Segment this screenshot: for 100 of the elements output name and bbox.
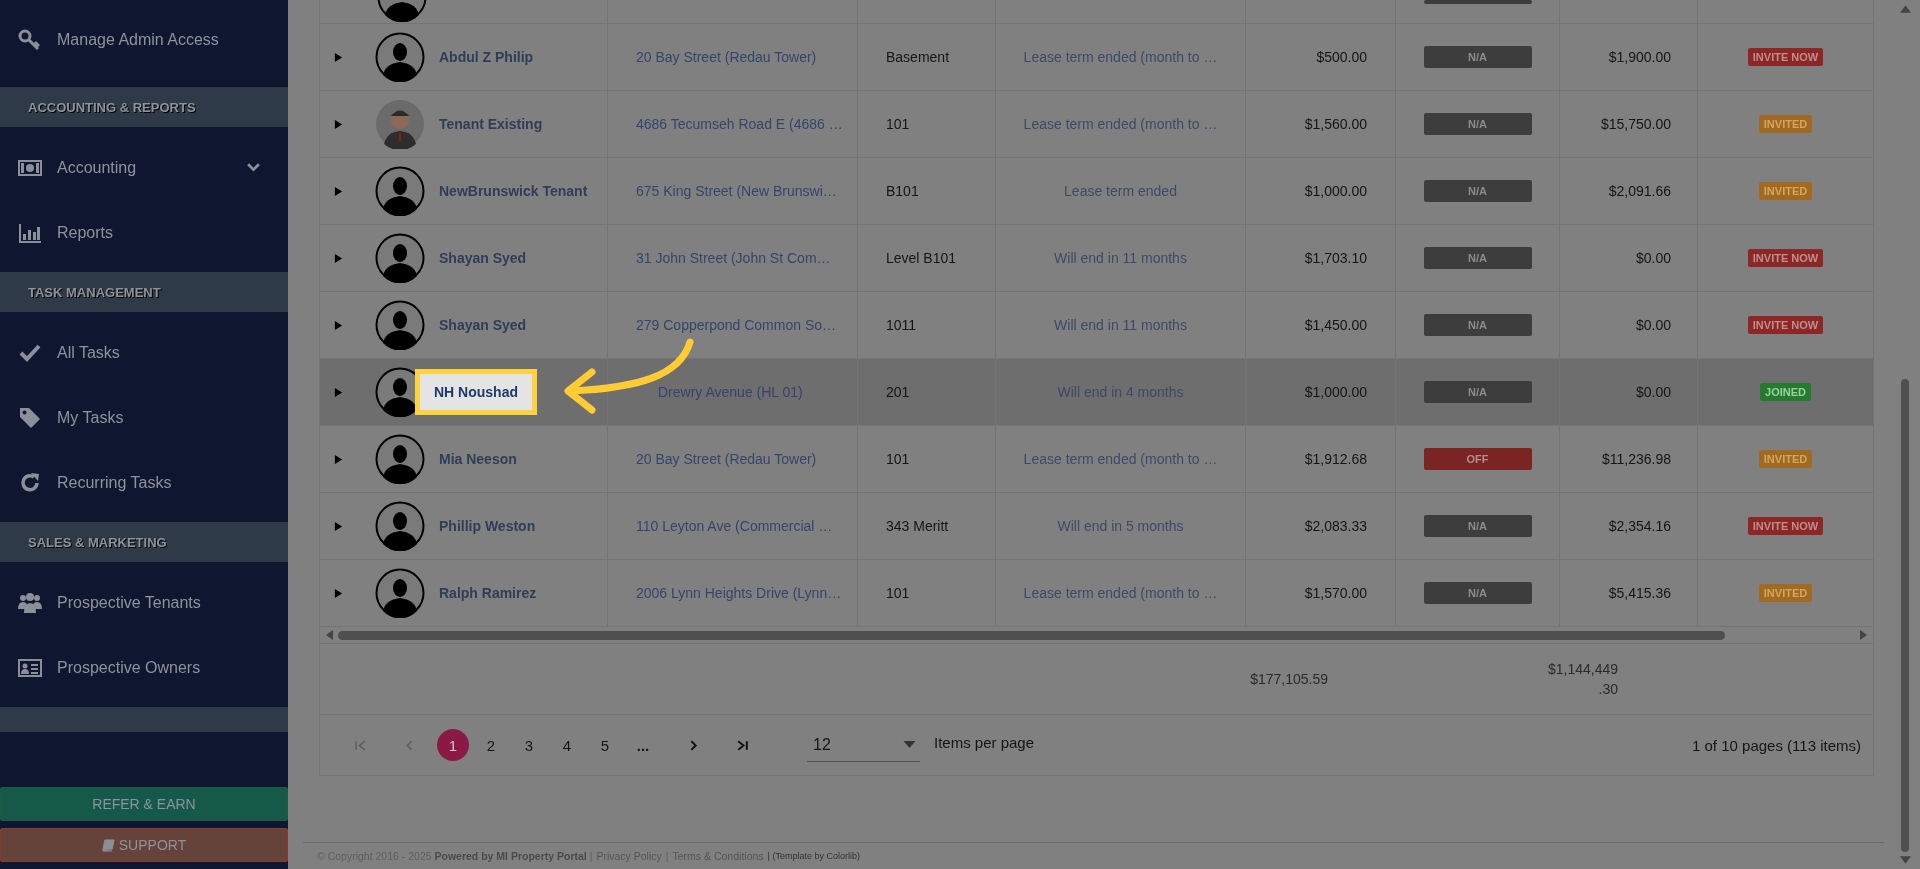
expand-icon[interactable] [334,118,343,130]
property-address-link[interactable]: 31 John Street (John St Com… [636,250,831,266]
unit-text: 201 [886,384,910,400]
key-icon [18,28,42,52]
page-button[interactable]: 5 [589,729,621,761]
tenant-name-link[interactable]: Shayan Syed [430,302,536,348]
unit-text: B101 [886,183,919,199]
sidebar-item[interactable]: Accounting [0,135,288,200]
section-header: SALES & MARKETING [0,522,288,562]
balance-amount: $0.00 [1635,317,1671,333]
sidebar-item[interactable]: Recurring Tasks [0,450,288,515]
sidebar-item-label: Accounting [57,158,138,177]
sidebar-item-label: My Tasks [57,408,125,427]
property-address-link[interactable]: 2006 Lynn Heights Drive (Lynn… [636,585,842,601]
property-address-link[interactable]: 675 King Street (New Brunswi… [636,183,837,199]
refer-earn-button[interactable]: REFER & EARN [0,787,288,821]
property-address-link[interactable]: Drewry Avenue (HL 01) [636,384,803,400]
property-address-link[interactable]: 20 Bay Street (Redau Tower) [636,49,817,65]
rent-amount: $1,703.10 [1304,250,1367,266]
sidebar-item[interactable]: All Tasks [0,320,288,385]
table-row[interactable]: Mia Neeson 20 Bay Street (Redau Tower) 101 Lease term ended (month to … $1,912.68 OFF $11,236.98 INVITED [320,426,1873,493]
page-size-dropdown[interactable]: 12 [807,728,920,762]
sidebar-item-label: Prospective Owners [57,658,202,677]
balance-amount: $11,236.98 [1601,451,1671,467]
tenant-name-link[interactable]: Phillip Weston [430,503,545,549]
copyright-text: | [665,850,669,862]
section-header: ACCOUNTING & REPORTS [0,87,288,127]
tenant-name-link[interactable]: Abdul Z Philip [430,34,543,80]
sidebar-item[interactable]: My Tasks [0,385,288,450]
expand-icon[interactable] [334,51,343,63]
balance-amount: $2,091.66 [1608,183,1671,199]
table-row[interactable]: Ralph Ramirez 2006 Lynn Heights Drive (Lynn… 101 Lease term ended (month to … $1,570.00 N/A $5,415.36 INVITED [320,560,1873,627]
page-button[interactable]: 2 [475,729,507,761]
support-button[interactable]: SUPPORT [0,828,288,862]
balance-amount: $1,900.00 [1608,49,1671,65]
expand-icon[interactable] [334,185,343,197]
page-button[interactable]: 1 [437,729,469,761]
horizontal-scrollbar[interactable] [320,627,1873,644]
invite-status-badge[interactable]: INVITED [1758,584,1813,602]
property-address-link[interactable]: 279 Copperpond Common So… [636,317,836,333]
unit-text: 101 [886,451,910,467]
autopay-badge: OFF [1423,448,1532,470]
lease-status-text: Lease term ended (month to … [1023,451,1218,467]
more-pages-button[interactable]: ... [627,729,659,761]
table-row[interactable]: Shayan Syed 31 John Street (John St Com… Level B101 Will end in 11 months $1,703.10 N/A $0.00 INVITE NOW [320,225,1873,292]
tenant-name-link[interactable]: NewBrunswick Tenant [430,168,597,214]
autopay-badge: N/A [1423,46,1532,68]
unit-text: 101 [886,116,910,132]
page-button[interactable]: 3 [513,729,545,761]
expand-icon[interactable] [334,252,343,264]
items-per-page-label: Items per page [934,733,1035,751]
table-row[interactable]: Abdul Z Philip 20 Bay Street (Redau Tower) Basement Lease term ended (month to … $500.00 N/A $1,900.00 INVITE NOW [320,24,1873,91]
invite-status-badge[interactable]: INVITE NOW [1747,249,1824,267]
balance-amount: $2,354.16 [1608,518,1671,534]
rent-amount: $1,912.68 [1304,451,1367,467]
expand-icon[interactable] [334,520,343,532]
rent-amount: $500.00 [1316,49,1367,65]
table-row[interactable]: Tenant Existing 4686 Tecumseh Road E (4686 … 101 Lease term ended (month to … $1,560.00 N/A $15,750.00 INVITED [320,91,1873,158]
rent-amount: $1,560.00 [1304,116,1367,132]
tenant-name-link[interactable]: Shayan Syed [430,235,536,281]
last-page-icon[interactable] [736,738,749,752]
invite-status-badge[interactable]: INVITE NOW [1747,48,1824,66]
scroll-down-icon[interactable] [1899,856,1911,864]
scrollbar-thumb[interactable] [1901,379,1909,852]
scroll-up-icon[interactable] [1899,5,1911,13]
tenant-name-link[interactable]: NH Noushad [415,369,537,415]
invite-status-badge[interactable]: INVITED [1758,450,1813,468]
expand-icon[interactable] [334,319,343,331]
expand-icon[interactable] [334,587,343,599]
scrollbar-thumb[interactable] [338,630,1725,640]
page-button[interactable]: 4 [551,729,583,761]
sidebar-item-label: Manage Admin Access [57,31,220,49]
invite-status-badge[interactable]: INVITE NOW [1747,517,1824,535]
invite-status-badge[interactable]: INVITED [1758,182,1813,200]
sidebar-item[interactable]: Prospective Tenants [0,570,288,635]
table-row[interactable]: Phillip Weston 110 Leyton Ave (Commercial … 343 Meritt Will end in 5 months $2,083.33 N/A $2,354.16 INVITE NOW [320,493,1873,560]
lease-status-text: Lease term ended (month to … [1023,585,1218,601]
tenant-name-link[interactable]: Mia Neeson [430,436,526,482]
unit-text: 1011 [886,317,917,333]
property-address-link[interactable]: 4686 Tecumseh Road E (4686 … [636,116,843,132]
tenant-name-link[interactable]: Ralph Ramirez [430,570,546,616]
tenant-name-link[interactable]: Tenant Existing [430,101,552,147]
expand-icon[interactable] [334,453,343,465]
table-row[interactable]: NewBrunswick Tenant 675 King Street (New Brunswi… B101 Lease term ended $1,000.00 N/A $2,091.66 INVITED [320,158,1873,225]
invite-status-badge[interactable]: INVITE NOW [1747,316,1824,334]
lease-status-text: Lease term ended (month to … [1023,116,1218,132]
sidebar-item[interactable]: Prospective Owners [0,635,288,700]
property-address-link[interactable]: 20 Bay Street (Redau Tower) [636,451,817,467]
unit-text: 343 Meritt [886,518,949,534]
autopay-badge: N/A [1423,515,1532,537]
sidebar-item[interactable]: Manage Admin Access [0,0,288,80]
users-icon [18,590,42,615]
invite-status-badge[interactable]: INVITED [1758,115,1813,133]
invite-status-badge[interactable]: JOINED [1760,383,1811,401]
scroll-left-icon[interactable] [326,630,334,640]
expand-icon[interactable] [334,386,343,398]
scroll-right-icon[interactable] [1859,630,1867,640]
sidebar-item[interactable]: Reports [0,200,288,265]
property-address-link[interactable]: 110 Leyton Ave (Commercial … [636,518,833,534]
template-credit: | (Template by Colorlib) [767,851,860,861]
